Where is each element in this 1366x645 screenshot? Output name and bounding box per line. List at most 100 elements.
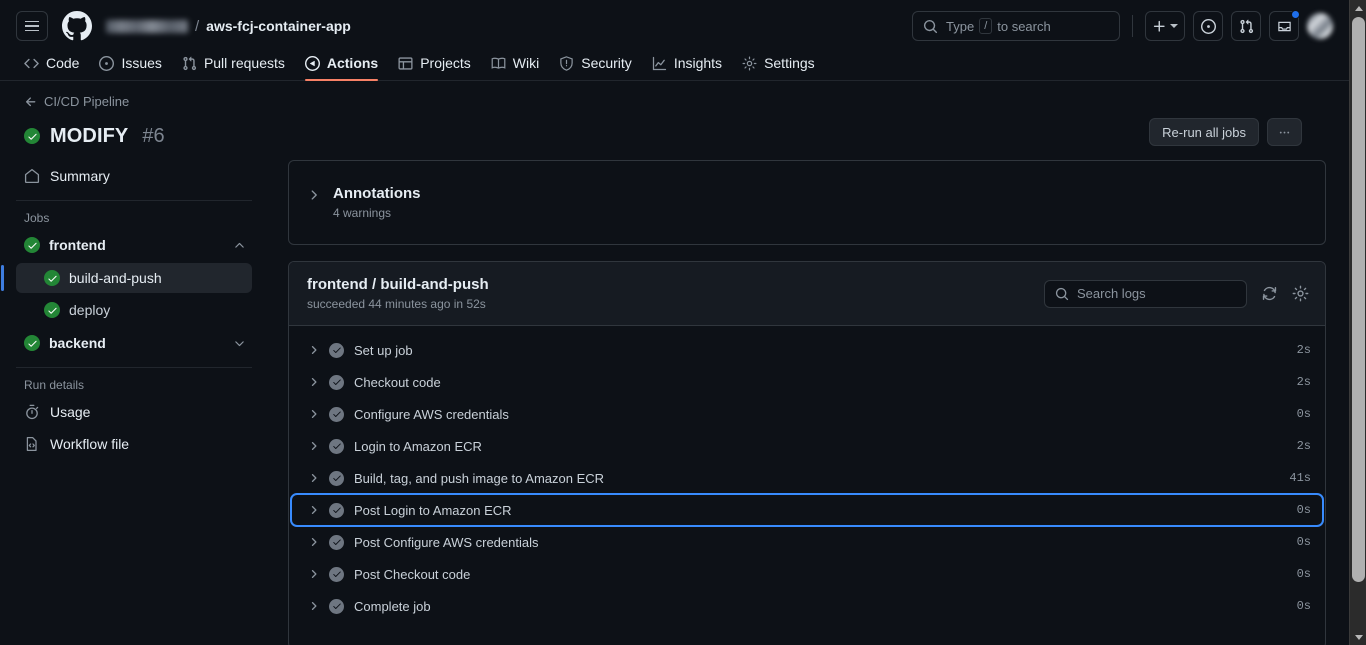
- issue-opened-icon: [99, 55, 115, 71]
- chevron-right-icon[interactable]: [305, 344, 323, 356]
- nav-tab-actions[interactable]: Actions: [297, 55, 386, 81]
- job-steps-list: Set up job 2s Checkout code 2s Configure…: [289, 326, 1325, 645]
- chevron-right-icon: [311, 190, 317, 200]
- breadcrumb-owner-redacted[interactable]: [106, 19, 188, 33]
- kebab-horizontal-icon: [1279, 131, 1290, 133]
- search-logs-input[interactable]: Search logs: [1044, 279, 1247, 308]
- issues-button[interactable]: [1193, 11, 1223, 41]
- chevron-right-icon[interactable]: [305, 536, 323, 548]
- run-number: #6: [142, 124, 165, 147]
- nav-tab-wiki[interactable]: Wiki: [483, 55, 547, 80]
- breadcrumb-repo-name[interactable]: aws-fcj-container-app: [206, 18, 351, 34]
- sidebar-job-frontend[interactable]: frontend: [16, 229, 252, 261]
- issues-icon: [1200, 18, 1216, 34]
- graph-icon: [652, 56, 666, 70]
- run-more-options-button[interactable]: [1267, 118, 1302, 146]
- sync-icon: [1262, 286, 1277, 301]
- pull-requests-button[interactable]: [1231, 11, 1261, 41]
- re-run-all-jobs-button[interactable]: Re-run all jobs: [1149, 118, 1259, 146]
- step-label: Post Configure AWS credentials: [354, 534, 539, 550]
- repo-navigation: Code Issues Pull requests Actions Projec…: [0, 52, 1349, 81]
- github-logo[interactable]: [62, 11, 92, 41]
- nav-tab-security-label: Security: [581, 55, 632, 71]
- scrollbar-down-arrow-icon[interactable]: [1350, 629, 1366, 645]
- nav-tab-projects[interactable]: Projects: [390, 55, 479, 80]
- annotations-title: Annotations: [333, 185, 421, 202]
- chevron-right-icon[interactable]: [305, 568, 323, 580]
- step-status-success-icon: [329, 470, 344, 486]
- user-avatar[interactable]: [1307, 13, 1333, 39]
- sidebar-divider-2: [16, 367, 252, 368]
- chevron-up-icon[interactable]: [233, 239, 246, 252]
- search-ph-suffix: to search: [997, 18, 1051, 34]
- nav-tab-issues[interactable]: Issues: [91, 55, 169, 80]
- chevron-right-icon[interactable]: [305, 440, 323, 452]
- chevron-down-icon[interactable]: [233, 337, 246, 350]
- refresh-logs-button[interactable]: [1261, 285, 1278, 302]
- table-row[interactable]: Configure AWS credentials 0s: [291, 398, 1323, 430]
- nav-tab-settings[interactable]: Settings: [734, 55, 823, 80]
- sidebar-item-deploy[interactable]: deploy: [16, 295, 252, 325]
- job-log-header: frontend / build-and-push succeeded 44 m…: [289, 262, 1325, 326]
- chevron-right-icon[interactable]: [305, 408, 323, 420]
- chevron-right-icon[interactable]: [305, 504, 323, 516]
- nav-tab-insights[interactable]: Insights: [644, 55, 730, 80]
- job-log-panel: frontend / build-and-push succeeded 44 m…: [288, 261, 1326, 645]
- gear-icon: [1292, 285, 1309, 302]
- table-row[interactable]: Post Configure AWS credentials 0s: [291, 526, 1323, 558]
- chevron-right-icon[interactable]: [305, 472, 323, 484]
- table-row[interactable]: Set up job 2s: [291, 334, 1323, 366]
- scrollbar-thumb[interactable]: [1352, 17, 1365, 582]
- sidebar-item-workflow-file[interactable]: Workflow file: [16, 428, 252, 460]
- sidebar-job-backend[interactable]: backend: [16, 327, 252, 359]
- step-status-success-icon: [329, 534, 344, 550]
- table-row[interactable]: Complete job 0s: [291, 590, 1323, 622]
- global-search-input[interactable]: Type / to search: [912, 11, 1120, 41]
- nav-tab-settings-label: Settings: [764, 55, 815, 71]
- git-pull-request-icon: [183, 56, 197, 70]
- step-duration: 0s: [1296, 503, 1311, 517]
- sidebar-run-details-heading: Run details: [24, 378, 85, 392]
- chevron-down-icon: [1170, 24, 1178, 28]
- global-search-placeholder: Type / to search: [946, 18, 1051, 34]
- sidebar-job-frontend-label: frontend: [49, 237, 106, 253]
- step-label: Build, tag, and push image to Amazon ECR: [354, 470, 605, 486]
- table-row[interactable]: Post Login to Amazon ECR 0s: [290, 493, 1324, 527]
- table-row[interactable]: Checkout code 2s: [291, 366, 1323, 398]
- chevron-right-icon[interactable]: [305, 600, 323, 612]
- table-row[interactable]: Post Checkout code 0s: [291, 558, 1323, 590]
- table-row[interactable]: Login to Amazon ECR 2s: [291, 430, 1323, 462]
- step-status-success-icon: [44, 270, 60, 286]
- nav-tab-security[interactable]: Security: [551, 55, 640, 80]
- step-status-success-icon: [329, 438, 344, 454]
- log-settings-button[interactable]: [1292, 285, 1309, 302]
- sidebar-item-build-and-push[interactable]: build-and-push: [1, 263, 252, 293]
- page-scrollbar[interactable]: [1349, 0, 1366, 645]
- step-label: Set up job: [354, 342, 413, 358]
- step-label: Checkout code: [354, 374, 441, 390]
- create-new-button[interactable]: [1145, 11, 1185, 41]
- notifications-button[interactable]: [1269, 10, 1300, 41]
- page-title: MODIFY: [50, 124, 129, 147]
- pull-requests-icon: [1239, 19, 1253, 33]
- plus-icon: [1153, 20, 1165, 32]
- chevron-right-icon[interactable]: [305, 376, 323, 388]
- table-row[interactable]: Build, tag, and push image to Amazon ECR…: [291, 462, 1323, 494]
- annotations-toggle[interactable]: Annotations 4 warnings: [289, 161, 1325, 244]
- job-log-controls: Search logs: [1044, 279, 1309, 308]
- play-icon: [304, 55, 320, 71]
- sidebar-item-usage-label: Usage: [50, 404, 91, 420]
- step-duration: 0s: [1296, 567, 1311, 581]
- nav-tab-pull-requests[interactable]: Pull requests: [174, 55, 293, 80]
- hamburger-menu-icon[interactable]: [16, 11, 48, 41]
- scrollbar-up-arrow-icon[interactable]: [1350, 0, 1366, 16]
- back-to-workflow-link[interactable]: CI/CD Pipeline: [24, 94, 129, 109]
- run-status-success-icon: [24, 128, 40, 144]
- main-content: Annotations 4 warnings frontend / build-…: [288, 160, 1326, 645]
- step-status-success-icon: [329, 342, 344, 358]
- step-duration: 0s: [1296, 599, 1311, 613]
- nav-tab-code[interactable]: Code: [16, 55, 87, 80]
- sidebar-item-summary[interactable]: Summary: [16, 160, 252, 192]
- sidebar-item-usage[interactable]: Usage: [16, 396, 252, 428]
- step-duration: 2s: [1296, 375, 1311, 389]
